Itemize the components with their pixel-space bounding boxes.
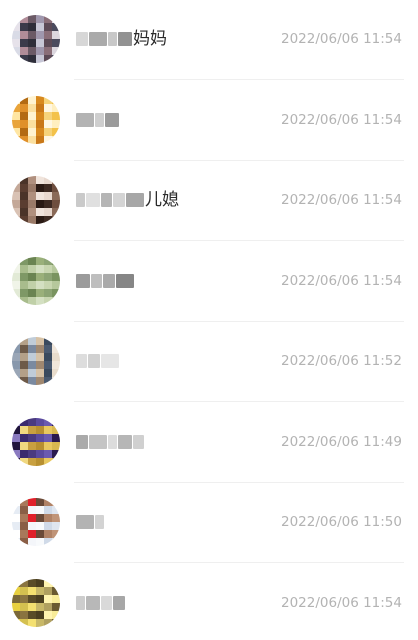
redacted-name-block [76, 354, 87, 368]
redacted-name-block [103, 273, 115, 288]
message-timestamp: 2022/06/06 11:50 [280, 514, 402, 530]
chat-list: 妈妈 2022/06/06 11:54 2022/06/06 11:54 儿媳 2022… [0, 0, 418, 640]
redacted-name-block [113, 595, 125, 610]
redacted-name-block [118, 434, 132, 449]
redacted-name-block [105, 112, 119, 127]
redacted-name-block [116, 273, 134, 288]
chat-list-item[interactable]: 2022/06/06 11:49 [0, 403, 418, 483]
redacted-name-block [76, 595, 85, 610]
contact-name [76, 592, 126, 614]
message-timestamp: 2022/06/06 11:54 [280, 111, 402, 128]
redacted-name-block [86, 193, 100, 207]
redacted-name-block [118, 32, 132, 46]
chat-list-item[interactable]: 儿媳 2022/06/06 11:54 [0, 161, 418, 241]
contact-name [76, 431, 145, 453]
avatar[interactable] [12, 176, 60, 224]
avatar[interactable] [12, 498, 60, 546]
message-timestamp: 2022/06/06 11:54 [280, 31, 402, 47]
redacted-name-block [91, 273, 102, 288]
message-timestamp: 2022/06/06 11:54 [280, 192, 402, 208]
redacted-name-block [76, 434, 88, 449]
redacted-name-block [88, 354, 100, 368]
avatar[interactable] [12, 337, 60, 385]
redacted-name-block [76, 515, 94, 529]
contact-name [76, 109, 120, 131]
redacted-name-block [76, 32, 88, 46]
message-timestamp: 2022/06/06 11:54 [280, 272, 402, 289]
avatar[interactable] [12, 578, 60, 627]
chat-list-item[interactable]: 2022/06/06 11:54 [0, 81, 418, 161]
redacted-name-block [95, 112, 104, 127]
message-timestamp: 2022/06/06 11:52 [280, 353, 402, 369]
redacted-name-block [101, 354, 119, 368]
redacted-name-block [76, 112, 94, 127]
chat-list-item[interactable]: 2022/06/06 11:50 [0, 483, 418, 563]
redacted-name-block [108, 434, 117, 449]
contact-name-text: 儿媳 [145, 190, 179, 210]
redacted-name-block [76, 273, 90, 288]
chat-list-item[interactable]: 妈妈 2022/06/06 11:54 [0, 0, 418, 80]
contact-name: 儿媳 [76, 189, 179, 211]
contact-name [76, 511, 105, 533]
redacted-name-block [101, 595, 112, 610]
redacted-name-block [86, 595, 100, 610]
redacted-name-block [126, 193, 144, 207]
avatar[interactable] [12, 15, 60, 63]
redacted-name-block [76, 193, 85, 207]
redacted-name-block [133, 434, 144, 449]
redacted-name-block [113, 193, 125, 207]
redacted-name-block [101, 193, 112, 207]
message-timestamp: 2022/06/06 11:49 [280, 433, 402, 450]
contact-name [76, 270, 135, 292]
chat-list-item[interactable]: 2022/06/06 11:54 [0, 564, 418, 640]
redacted-name-block [89, 32, 107, 46]
avatar[interactable] [12, 417, 60, 466]
avatar[interactable] [12, 95, 60, 144]
redacted-name-block [95, 515, 104, 529]
contact-name: 妈妈 [76, 28, 167, 50]
redacted-name-block [108, 32, 117, 46]
contact-name-text: 妈妈 [133, 29, 167, 49]
avatar[interactable] [12, 256, 60, 305]
contact-name [76, 350, 120, 372]
redacted-name-block [89, 434, 107, 449]
message-timestamp: 2022/06/06 11:54 [280, 594, 402, 611]
chat-list-item[interactable]: 2022/06/06 11:52 [0, 322, 418, 402]
chat-list-item[interactable]: 2022/06/06 11:54 [0, 242, 418, 322]
